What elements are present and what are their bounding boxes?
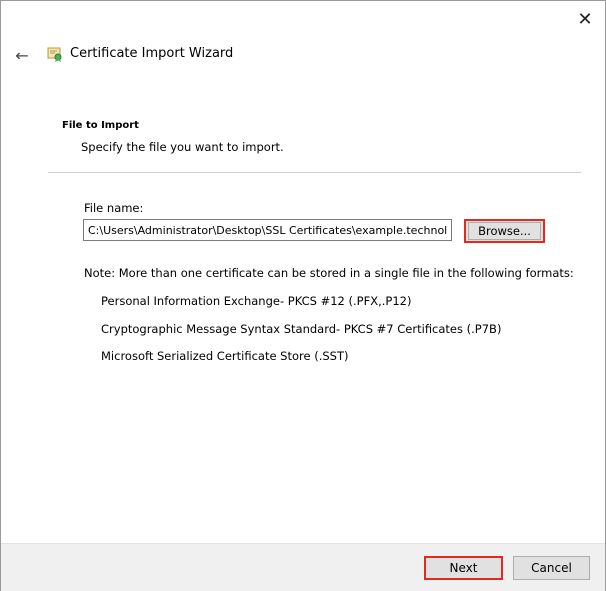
file-name-input[interactable] <box>83 219 452 241</box>
cancel-button[interactable]: Cancel <box>513 556 590 580</box>
format-item: Cryptographic Message Syntax Standard- P… <box>101 322 502 336</box>
format-item: Microsoft Serialized Certificate Store (… <box>101 349 349 363</box>
browse-button-label: Browse... <box>468 222 541 240</box>
formats-note: Note: More than one certificate can be s… <box>84 266 574 280</box>
certificate-import-dialog: ✕ ← Certificate Import Wizard File to Im… <box>0 0 606 591</box>
close-icon[interactable]: ✕ <box>573 9 597 31</box>
next-button[interactable]: Next <box>424 556 503 580</box>
dialog-footer: Next Cancel <box>1 543 605 591</box>
section-title: File to Import <box>62 120 139 131</box>
section-description: Specify the file you want to import. <box>81 140 284 154</box>
dialog-title: Certificate Import Wizard <box>70 46 234 61</box>
certificate-icon <box>46 45 64 63</box>
browse-button[interactable]: Browse... <box>464 219 545 243</box>
divider <box>48 172 581 173</box>
format-item: Personal Information Exchange- PKCS #12 … <box>101 294 412 308</box>
file-name-label: File name: <box>84 201 144 215</box>
back-arrow-icon[interactable]: ← <box>11 45 33 65</box>
